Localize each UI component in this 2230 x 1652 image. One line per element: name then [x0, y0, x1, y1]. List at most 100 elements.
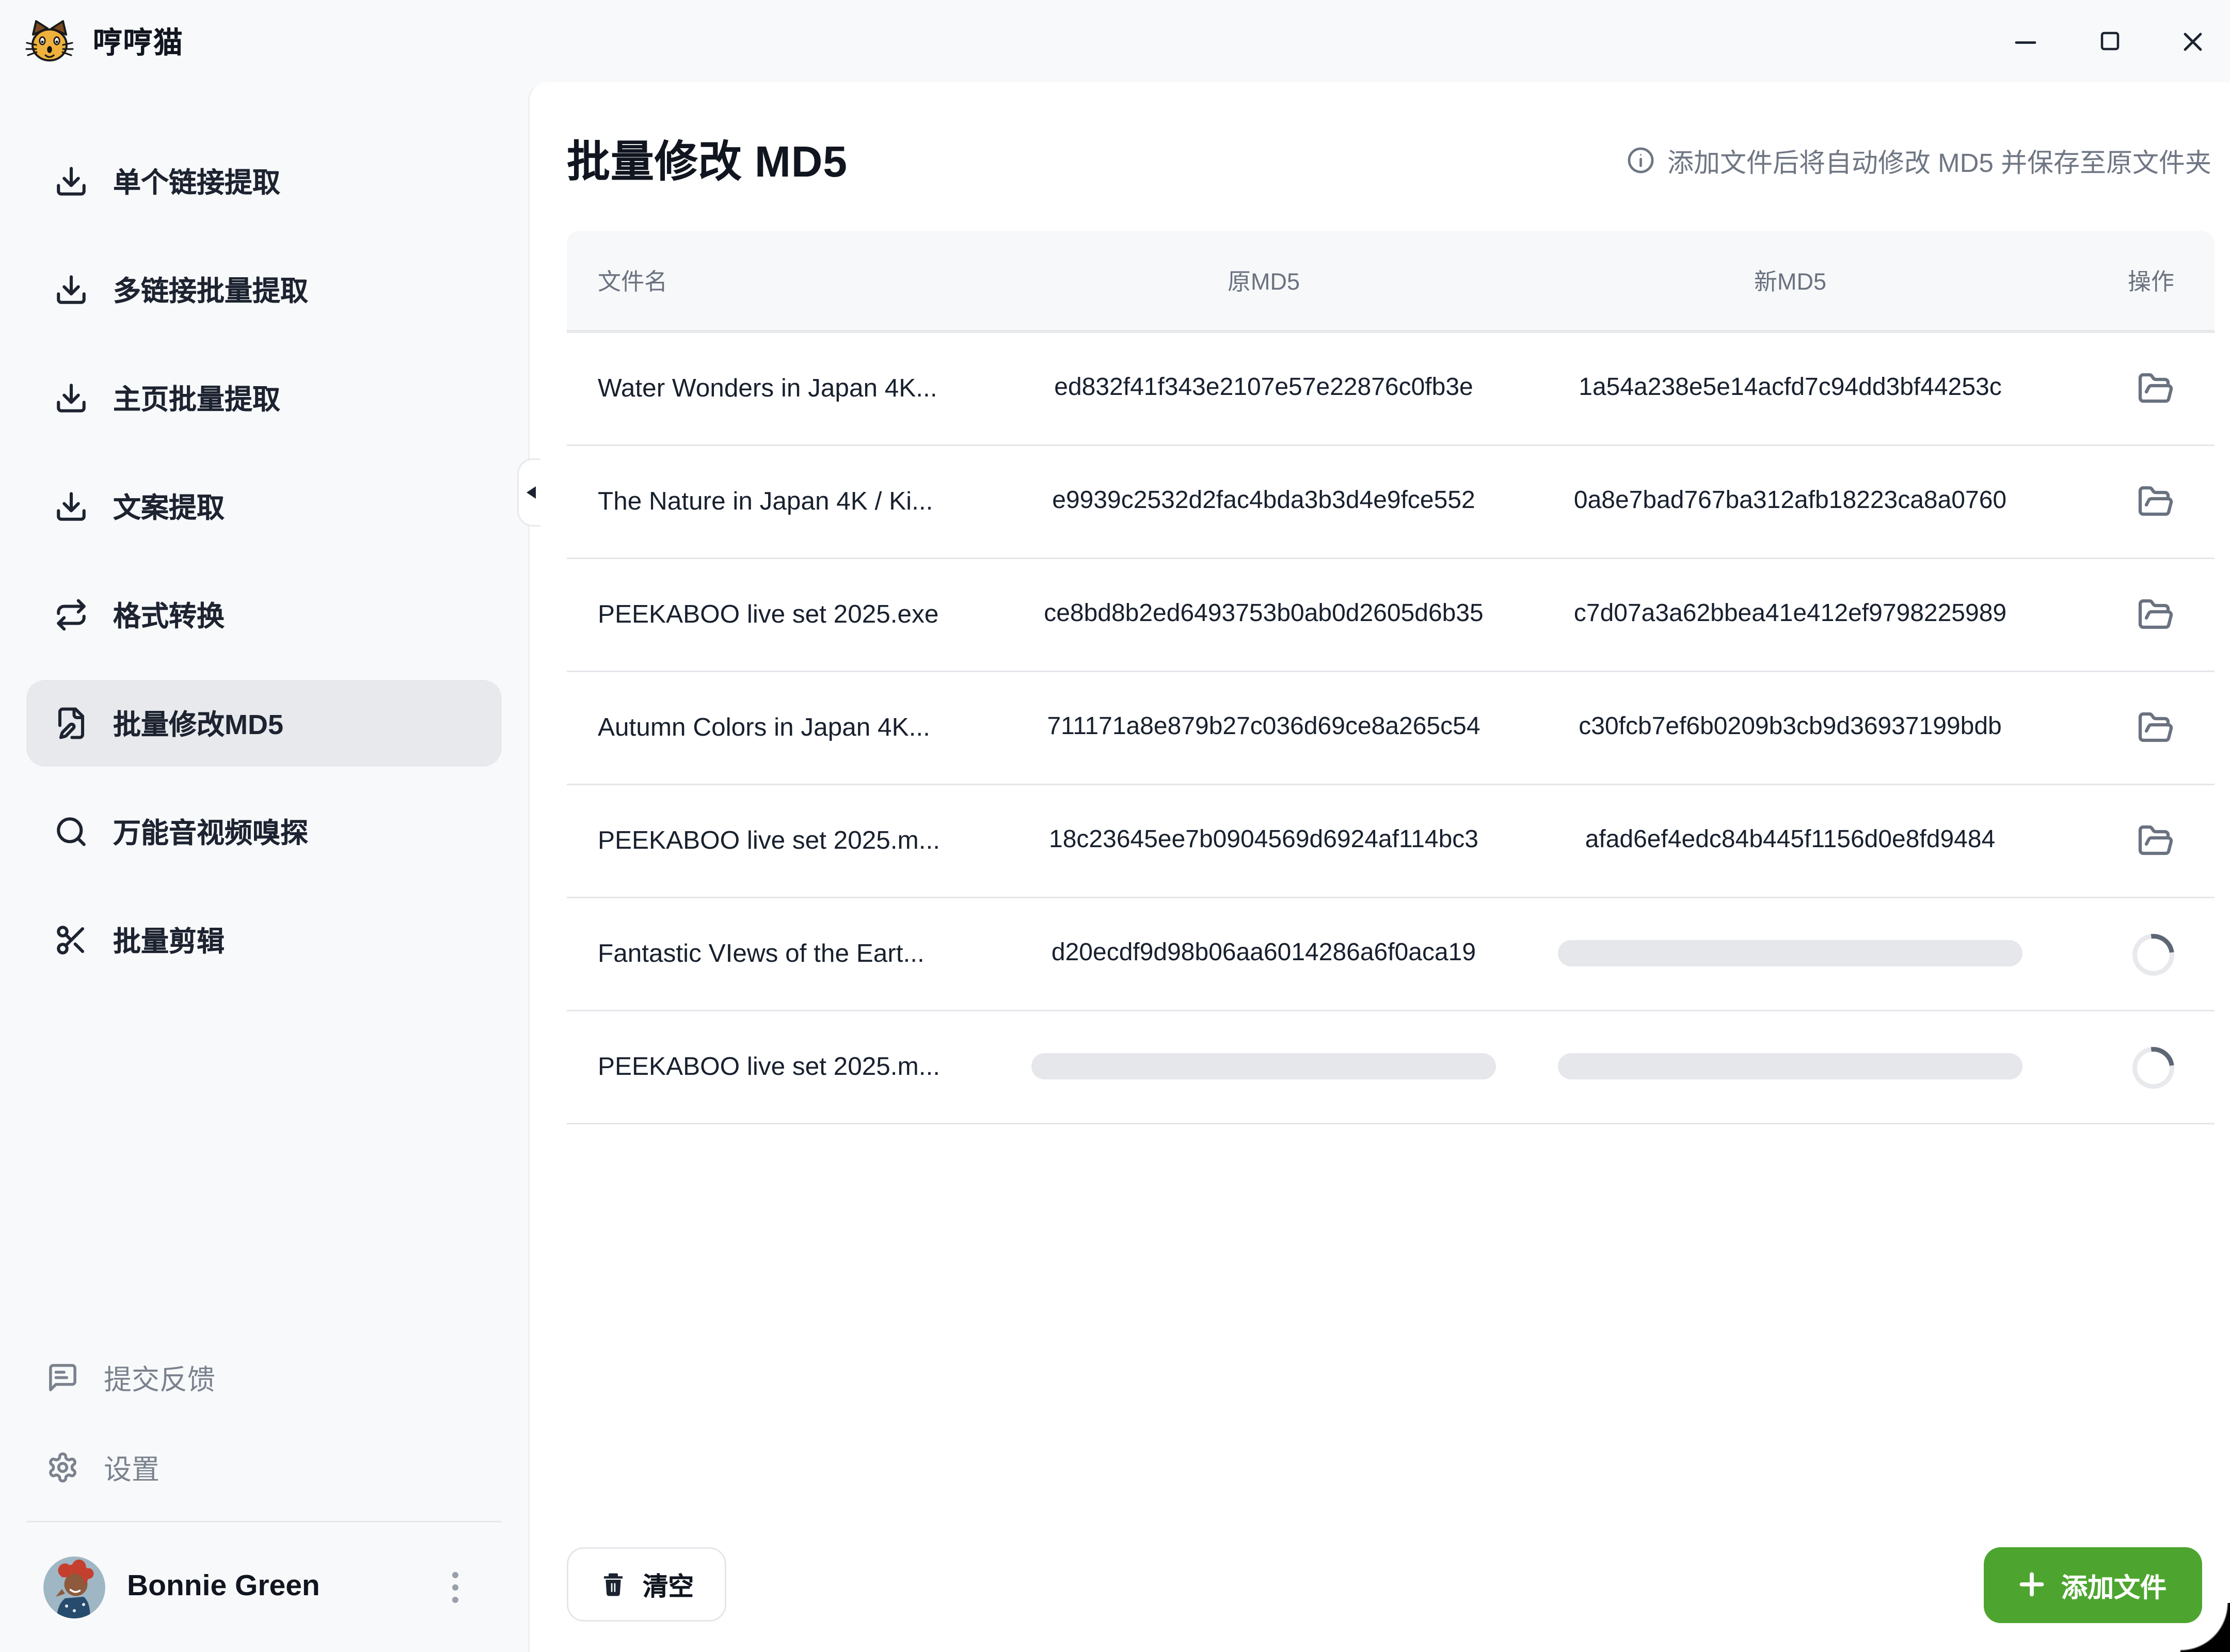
- repeat-icon: [54, 598, 88, 632]
- auto-save-hint: 添加文件后将自动修改 MD5 并保存至原文件夹: [1626, 140, 2211, 179]
- old-md5: ce8bd8b2ed6493753b0ab0d2605d6b35: [1000, 601, 1527, 629]
- download-icon: [54, 381, 88, 415]
- add-files-button-label: 添加文件: [2061, 1565, 2167, 1604]
- table-row: Water Wonders in Japan 4K... ed832f41f34…: [567, 333, 2215, 446]
- column-header-old-md5: 原MD5: [1000, 264, 1527, 297]
- md5-table: 文件名 原MD5 新MD5 操作 Water Wonders in Japan …: [567, 231, 2215, 1124]
- table-row: PEEKABOO live set 2025.m... 18c23645ee7b…: [567, 785, 2215, 898]
- minimize-button[interactable]: [2010, 26, 2041, 57]
- open-folder-button[interactable]: [2137, 822, 2174, 860]
- file-name: Water Wonders in Japan 4K...: [598, 374, 1000, 404]
- new-md5: afad6ef4edc84b445f1156d0e8fd9484: [1527, 827, 2053, 855]
- sidebar-item-label: 主页批量提取: [113, 378, 280, 418]
- avatar: [43, 1556, 105, 1618]
- loading-spinner-icon: [2124, 925, 2183, 983]
- download-icon: [54, 164, 88, 198]
- download-icon: [54, 273, 88, 307]
- row-actions: [2053, 822, 2184, 860]
- row-actions: [2053, 1046, 2184, 1088]
- sidebar-footer-item-1[interactable]: 设置: [26, 1427, 502, 1508]
- table-row: Autumn Colors in Japan 4K... 711171a8e87…: [567, 672, 2215, 785]
- sidebar-item-label: 万能音视频嗅探: [113, 812, 308, 852]
- sidebar-item-label: 多链接批量提取: [113, 269, 308, 310]
- sidebar-divider: [26, 1520, 502, 1522]
- new-md5: [1527, 940, 2053, 968]
- file-name: The Nature in Japan 4K / Ki...: [598, 487, 1000, 517]
- add-files-button[interactable]: 添加文件: [1984, 1547, 2202, 1623]
- chevron-left-icon: [520, 486, 536, 499]
- column-header-new-md5: 新MD5: [1527, 264, 2053, 297]
- sidebar-item-label: 格式转换: [113, 595, 225, 635]
- new-md5: 0a8e7bad767ba312afb18223ca8a0760: [1527, 488, 2053, 516]
- search-icon: [54, 815, 88, 849]
- sidebar: 单个链接提取多链接批量提取主页批量提取文案提取格式转换批量修改MD5 万能音视频嗅…: [0, 82, 528, 1652]
- new-md5: 1a54a238e5e14acfd7c94dd3bf44253c: [1527, 375, 2053, 403]
- sidebar-footer-label: 设置: [104, 1448, 160, 1488]
- old-md5: d20ecdf9d98b06aa6014286a6f0aca19: [1000, 940, 1527, 968]
- cat-logo-icon: [25, 18, 74, 65]
- sidebar-item-label: 单个链接提取: [113, 161, 280, 201]
- message-icon: [46, 1361, 79, 1394]
- file-name: Autumn Colors in Japan 4K...: [598, 713, 1000, 743]
- table-header: 文件名 原MD5 新MD5 操作: [567, 231, 2215, 333]
- md5-pending-placeholder: [1558, 1054, 2022, 1080]
- main-panel: 批量修改 MD5 添加文件后将自动修改 MD5 并保存至原文件夹 文件名 原MD…: [528, 82, 2230, 1652]
- sidebar-footer: 提交反馈设置: [0, 1338, 528, 1652]
- info-icon: [1626, 145, 1655, 174]
- table-row: Fantastic VIews of the Eart... d20ecdf9d…: [567, 898, 2215, 1011]
- bottom-action-bar: 清空 添加文件: [567, 1547, 2202, 1623]
- file-pen-icon: [54, 706, 88, 740]
- md5-pending-placeholder: [1032, 1054, 1495, 1080]
- profile-menu-button[interactable]: [446, 1565, 465, 1609]
- sidebar-item-2[interactable]: 主页批量提取: [26, 355, 502, 441]
- hint-text: 添加文件后将自动修改 MD5 并保存至原文件夹: [1667, 140, 2211, 179]
- md5-pending-placeholder: [1558, 941, 2022, 967]
- open-folder-button[interactable]: [2137, 483, 2174, 520]
- file-name: PEEKABOO live set 2025.m...: [598, 1053, 1000, 1082]
- sidebar-item-3[interactable]: 文案提取: [26, 463, 502, 550]
- open-folder-button[interactable]: [2137, 596, 2174, 633]
- page-title: 批量修改 MD5: [567, 129, 848, 190]
- user-name: Bonnie Green: [127, 1570, 446, 1604]
- sidebar-item-6[interactable]: 万能音视频嗅探: [26, 788, 502, 875]
- title-bar: 哼哼猫: [0, 0, 2230, 82]
- sidebar-item-1[interactable]: 多链接批量提取: [26, 246, 502, 333]
- main-header: 批量修改 MD5 添加文件后将自动修改 MD5 并保存至原文件夹: [530, 82, 2230, 190]
- row-actions: [2053, 370, 2184, 407]
- sidebar-item-label: 批量剪辑: [113, 920, 225, 960]
- close-button[interactable]: [2177, 26, 2208, 57]
- old-md5: 711171a8e879b27c036d69ce8a265c54: [1000, 714, 1527, 742]
- open-folder-button[interactable]: [2137, 709, 2174, 746]
- row-actions: [2053, 709, 2184, 746]
- sidebar-collapse-handle[interactable]: [517, 458, 540, 527]
- sidebar-item-0[interactable]: 单个链接提取: [26, 138, 502, 225]
- sidebar-item-4[interactable]: 格式转换: [26, 571, 502, 658]
- new-md5: c30fcb7ef6b0209b3cb9d36937199bdb: [1527, 714, 2053, 742]
- clear-button[interactable]: 清空: [567, 1547, 726, 1622]
- file-name: PEEKABOO live set 2025.m...: [598, 827, 1000, 856]
- sidebar-footer-item-0[interactable]: 提交反馈: [26, 1338, 502, 1418]
- trash-icon: [599, 1570, 627, 1598]
- new-md5: [1527, 1053, 2053, 1081]
- app-window: 哼哼猫 单个链接提取多链接批量提取主页批量提取文案提取格式转换批量修改MD5 万能…: [0, 0, 2230, 1652]
- row-actions: [2053, 933, 2184, 975]
- maximize-button[interactable]: [2094, 26, 2125, 57]
- sidebar-item-7[interactable]: 批量剪辑: [26, 897, 502, 983]
- row-actions: [2053, 596, 2184, 633]
- sidebar-item-label: 文案提取: [113, 486, 225, 527]
- app-title: 哼哼猫: [93, 20, 184, 62]
- loading-spinner-icon: [2124, 1038, 2183, 1097]
- user-profile[interactable]: Bonnie Green: [26, 1544, 502, 1630]
- old-md5: e9939c2532d2fac4bda3b3d4e9fce552: [1000, 488, 1527, 516]
- old-md5: 18c23645ee7b0904569d6924af114bc3: [1000, 827, 1527, 855]
- plus-icon: [2019, 1572, 2044, 1597]
- sidebar-footer-label: 提交反馈: [104, 1358, 215, 1398]
- table-body: Water Wonders in Japan 4K... ed832f41f34…: [567, 333, 2215, 1124]
- download-icon: [54, 489, 88, 523]
- open-folder-button[interactable]: [2137, 370, 2174, 407]
- sidebar-item-5[interactable]: 批量修改MD5: [26, 680, 502, 767]
- scissors-icon: [54, 923, 88, 957]
- column-header-filename: 文件名: [598, 264, 1000, 297]
- old-md5: ed832f41f343e2107e57e22876c0fb3e: [1000, 375, 1527, 403]
- sidebar-nav: 单个链接提取多链接批量提取主页批量提取文案提取格式转换批量修改MD5 万能音视频嗅…: [0, 82, 528, 983]
